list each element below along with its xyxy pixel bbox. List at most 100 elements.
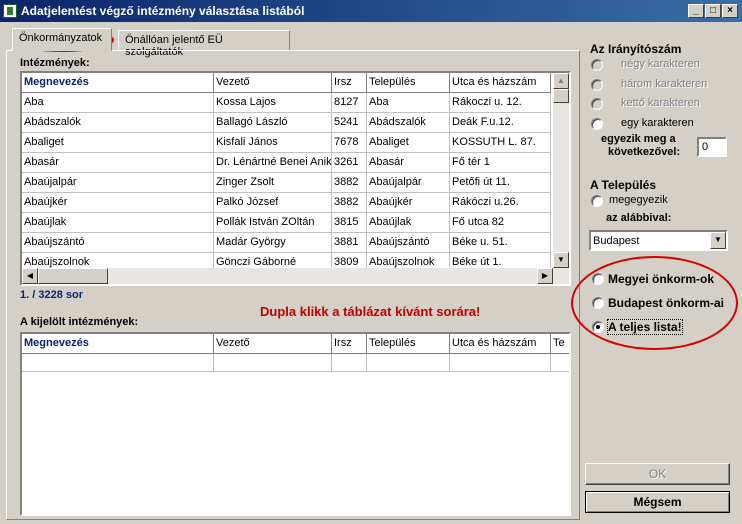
tab-label: Önkormányzatok <box>19 32 103 44</box>
empty-cell <box>367 354 450 372</box>
hint-text: Dupla klikk a táblázat kívánt sorára! <box>260 304 481 319</box>
institutions-label: Intézmények: <box>20 57 90 69</box>
scroll-left-button[interactable]: ◀ <box>22 268 38 284</box>
table-row[interactable]: Abaújalpár Zinger Zsolt 3882 Abaújalpár Pető… <box>22 173 551 193</box>
cell-leader: Kossa Lajos <box>214 93 332 113</box>
cell-leader: Pollák István ZOltán <box>214 213 332 233</box>
cell-name: Aba <box>22 93 214 113</box>
zip-match-input[interactable]: 0 <box>697 137 727 157</box>
radio-label: Megyei önkorm-ok <box>608 272 715 286</box>
column-header-zip[interactable]: Irsz <box>332 334 367 354</box>
cell-settlement: Aba <box>367 93 450 113</box>
cell-name: Abaújlak <box>22 213 214 233</box>
cell-address: Petőfi út 11. <box>450 173 551 193</box>
chevron-down-icon[interactable]: ▼ <box>710 232 726 249</box>
empty-cell <box>551 354 569 372</box>
radio-button[interactable] <box>592 297 604 309</box>
cell-leader: Ballagó László <box>214 113 332 133</box>
scroll-thumb[interactable] <box>553 89 569 103</box>
cell-leader: Palkó József <box>214 193 332 213</box>
institutions-table[interactable]: Megnevezés Vezető Irsz Település Utca és… <box>20 71 571 286</box>
ok-button[interactable]: OK <box>585 463 730 485</box>
column-header-address[interactable]: Utca és házszám <box>450 334 551 354</box>
cell-address: Fő utca 82 <box>450 213 551 233</box>
scroll-down-button[interactable]: ▼ <box>553 252 569 268</box>
cell-address: Fő tér 1 <box>450 153 551 173</box>
table-row[interactable]: Abasár Dr. Lénártné Benei Anikó 3261 Abasár… <box>22 153 551 173</box>
cell-settlement: Abaújalpár <box>367 173 450 193</box>
column-header-address[interactable]: Utca és házszám <box>450 73 551 93</box>
cell-zip: 3882 <box>332 173 367 193</box>
row-counter: 1. / 3228 sor <box>20 289 83 301</box>
cell-settlement: Abaújszántó <box>367 233 450 253</box>
window-title: Adatjelentést végző intézmény választása… <box>21 4 305 18</box>
zip-title: Az Irányítószám <box>590 42 682 56</box>
hscroll-thumb[interactable] <box>38 268 108 284</box>
column-header-settlement[interactable]: Település <box>367 73 450 93</box>
empty-cell <box>450 354 551 372</box>
table-header: Megnevezés Vezető Irsz Település Utca és… <box>22 73 551 93</box>
tab-onkormanyzatok[interactable]: Önkormányzatok <box>12 28 112 51</box>
cell-zip: 7678 <box>332 133 367 153</box>
radio-button[interactable] <box>591 118 603 130</box>
cell-name: Abaliget <box>22 133 214 153</box>
cell-zip: 3882 <box>332 193 367 213</box>
column-header-name[interactable]: Megnevezés <box>22 73 214 93</box>
radio-button[interactable] <box>592 321 604 333</box>
radio-button[interactable] <box>591 59 603 71</box>
cancel-button[interactable]: Mégsem <box>585 491 730 513</box>
cell-name: Abaújkér <box>22 193 214 213</box>
cell-name: Abádszalók <box>22 113 214 133</box>
cell-leader: Zinger Zsolt <box>214 173 332 193</box>
cell-zip: 5241 <box>332 113 367 133</box>
radio-label: Budapest önkorm-ai <box>608 296 725 310</box>
cell-zip: 3261 <box>332 153 367 173</box>
column-header-leader[interactable]: Vezető <box>214 334 332 354</box>
radio-button[interactable] <box>591 195 603 207</box>
scroll-right-button[interactable]: ▶ <box>537 268 553 284</box>
radio-button[interactable] <box>592 273 604 285</box>
cell-settlement: Abaújlak <box>367 213 450 233</box>
radio-button[interactable] <box>591 98 603 110</box>
empty-cell <box>332 354 367 372</box>
cell-zip: 3815 <box>332 213 367 233</box>
cell-address: Rákoczi u. 12. <box>450 93 551 113</box>
settlement-select[interactable]: Budapest ▼ <box>589 230 728 251</box>
cell-name: Abaújszántó <box>22 233 214 253</box>
column-header-truncated[interactable]: Te <box>551 334 569 354</box>
table-row[interactable]: Abaújszántó Madár György 3881 Abaújszántó Bé… <box>22 233 551 253</box>
empty-cell <box>22 354 214 372</box>
column-header-name[interactable]: Megnevezés <box>22 334 214 354</box>
table-row[interactable]: Abaliget Kisfali János 7678 Abaliget KOSSUTH… <box>22 133 551 153</box>
title-bar: Adatjelentést végző intézmény választása… <box>0 0 742 22</box>
close-button[interactable]: × <box>722 4 738 18</box>
cell-zip: 8127 <box>332 93 367 113</box>
cell-address: Rákóczi u.26. <box>450 193 551 213</box>
cell-settlement: Abaliget <box>367 133 450 153</box>
cell-leader: Kisfali János <box>214 133 332 153</box>
cell-leader: Madár György <box>214 233 332 253</box>
tab-eu-szolgaltatok[interactable]: Önállóan jelentő EÜ szolgáltatók <box>118 30 290 58</box>
table-row[interactable] <box>22 354 569 372</box>
cell-address: KOSSUTH L. 87. <box>450 133 551 153</box>
table-row[interactable]: Abádszalók Ballagó László 5241 Abádszalók De… <box>22 113 551 133</box>
minimize-button[interactable]: _ <box>688 4 704 18</box>
app-icon <box>3 4 17 18</box>
cell-zip: 3881 <box>332 233 367 253</box>
table-row[interactable]: Abaújkér Palkó József 3882 Abaújkér Rákóczi … <box>22 193 551 213</box>
cell-settlement: Abasár <box>367 153 450 173</box>
table-row[interactable]: Aba Kossa Lajos 8127 Aba Rákoczi u. 12. <box>22 93 551 113</box>
column-header-settlement[interactable]: Település <box>367 334 450 354</box>
maximize-button[interactable]: □ <box>705 4 721 18</box>
selected-table[interactable]: Megnevezés Vezető Irsz Település Utca és… <box>20 332 571 516</box>
radio-button[interactable] <box>591 79 603 91</box>
scroll-up-button[interactable]: ▲ <box>553 73 569 89</box>
cell-name: Abasár <box>22 153 214 173</box>
table-row[interactable]: Abaújlak Pollák István ZOltán 3815 Abaújlak… <box>22 213 551 233</box>
zip-match-label-1: egyezik meg a <box>601 133 676 145</box>
column-header-zip[interactable]: Irsz <box>332 73 367 93</box>
cell-settlement: Abaújkér <box>367 193 450 213</box>
column-header-leader[interactable]: Vezető <box>214 73 332 93</box>
cell-address: Béke u. 51. <box>450 233 551 253</box>
select-value: Budapest <box>593 235 640 247</box>
